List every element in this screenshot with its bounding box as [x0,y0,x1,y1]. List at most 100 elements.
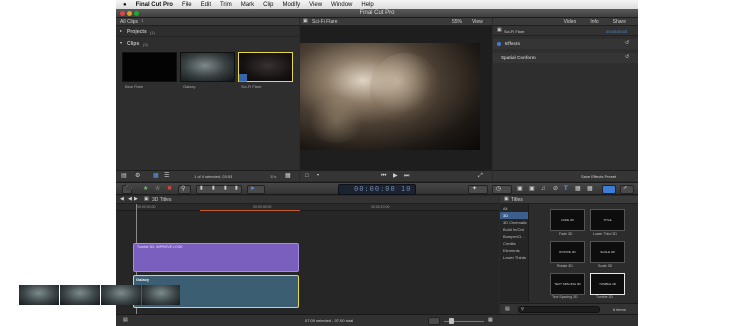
menu-window[interactable]: Window [331,2,352,8]
back-icon[interactable]: ◀ [128,197,132,202]
title-tile-lower-third-3d[interactable]: TITLE [590,209,625,231]
camera-icon[interactable]: ▣ [529,186,535,192]
reject-icon[interactable]: ✖ [167,186,172,192]
category-3d[interactable]: 3D [503,213,508,218]
play-icon[interactable]: ▶ [393,173,398,179]
tab-video[interactable]: Video [564,19,577,25]
clip-thumbnail-blue-flare[interactable] [122,52,177,82]
category-3d-cinematic[interactable]: 3D Cinematic [503,220,527,225]
clip-thumbnail-sci-fi-flare[interactable] [238,52,293,82]
timeline-ruler[interactable]: 00:00:00:00 00:00:05:00 00:00:10:00 [116,204,499,211]
pointer-tool-icon[interactable]: ➤ [250,186,255,192]
title-tile-scale-3d[interactable]: SCALE 3D [590,241,625,263]
toggle-sidebar-icon[interactable]: ▤ [505,307,510,312]
clip-appearance-icon[interactable]: ▦ [488,318,493,323]
gear-icon[interactable]: ⚙ [135,173,140,179]
library-icon[interactable]: ▤ [121,173,127,179]
projects-row[interactable]: ▸ Projects (1) [116,27,299,37]
themes-icon[interactable]: ▦ [587,186,593,192]
title-tile-fade-3d[interactable]: FADE 3D [550,209,585,231]
spatial-conform-section[interactable]: Spatial Conform ↺ [493,53,638,63]
appearance-icon[interactable]: ▦ [285,173,291,179]
skimmer-handle[interactable] [239,74,247,82]
enhancements-button[interactable] [468,185,488,194]
category-build-in-out[interactable]: Build In/Out [503,227,524,232]
titles-icon[interactable]: T [564,186,568,192]
transform-icon[interactable]: □ [305,173,309,179]
projects-label: Projects [127,29,147,35]
background-tasks-button[interactable] [602,185,616,194]
inspector-clip-name: Sci-Fi Flare [504,29,525,34]
clip-thumbnail-galaxy[interactable] [180,52,235,82]
chevron-down-icon[interactable]: ▾ [317,173,319,177]
timeline-index-icon[interactable]: ◀ [120,197,124,202]
timeline-header: ◀ ◀ ▶ ▣ 3D Titles [116,196,499,204]
clip-filter-select[interactable]: All Clips [120,19,138,25]
overwrite-clip-icon[interactable]: ▮ [235,186,238,191]
disclosure-arrow-down-icon[interactable]: ▾ [120,41,122,45]
timeline-index-icon[interactable]: ▤ [123,318,128,323]
apple-icon[interactable]: ● [123,2,127,8]
unrate-icon[interactable]: ☆ [155,186,160,192]
titles-browser: ▣ Titles All 3D 3D Cinematic Build In/Ou… [500,196,638,314]
transitions-icon[interactable]: ⊘ [553,186,558,192]
reset-icon[interactable]: ↺ [625,41,629,46]
menu-help[interactable]: Help [361,2,373,8]
title-clip[interactable]: Tumble 3D: IMPROVE LOOK [133,243,299,272]
reset-icon[interactable]: ↺ [625,55,629,60]
connect-clip-icon[interactable]: ▮ [200,186,203,191]
retime-button[interactable] [492,185,512,194]
favorite-icon[interactable]: ★ [143,186,148,192]
zoom-slider-thumb[interactable] [449,318,454,324]
speedometer-icon: ◷ [496,186,502,192]
tab-info[interactable]: Info [590,19,598,25]
title-tile-tumble-3d[interactable]: TUMBLE 3D [590,273,625,295]
list-view-icon[interactable]: ☰ [164,173,169,179]
category-credits[interactable]: Credits [503,241,516,246]
title-tile-rotate-3d[interactable]: ROTATE 3D [550,241,585,263]
insert-clip-icon[interactable]: ▮ [212,186,215,191]
audio-skimming-button[interactable] [428,317,440,325]
title-tile-text-spacing-3d[interactable]: TEXT SPACING 3D [550,273,585,295]
zoom-select[interactable]: 55% [452,19,462,25]
menu-edit[interactable]: Edit [201,2,211,8]
music-icon[interactable]: ♫ [541,186,546,192]
effects-section[interactable]: Effects ↺ [493,39,638,49]
clip-icon: ▣ [497,27,502,33]
disclosure-arrow-icon[interactable]: ▸ [120,29,122,33]
previous-frame-icon[interactable]: ⏮ [381,173,386,179]
menu-view[interactable]: View [309,2,322,8]
titles-browser-title: Titles [511,197,523,203]
title-name: Fade 3D [559,232,573,236]
clips-row[interactable]: ▾ Clips (3) [116,39,299,49]
title-clip-label: Tumble 3D: IMPROVE LOOK [137,245,183,249]
fullscreen-icon[interactable]: ⤢ [478,173,483,179]
clip-duration-select[interactable]: 30s [270,174,276,179]
chevron-down-icon[interactable]: ↕ [141,18,144,24]
key-icon: ⚲ [181,186,186,192]
menu-modify[interactable]: Modify [282,2,300,8]
category-lower-thirds[interactable]: Lower Thirds [503,255,526,260]
title-name: Tumble 3D [596,295,613,299]
ruler-tick-label: 00:00:05:00 [253,205,272,209]
category-all[interactable]: All [503,206,507,211]
menu-file[interactable]: File [182,2,192,8]
tab-share[interactable]: Share [613,19,626,25]
menu-clip[interactable]: Clip [263,2,273,8]
forward-icon[interactable]: ▶ [134,197,138,202]
view-select[interactable]: View [472,19,483,25]
titles-search-input[interactable] [518,306,600,313]
next-frame-icon[interactable]: ⏭ [404,173,409,179]
generators-icon[interactable]: ▦ [575,186,581,192]
append-clip-icon[interactable]: ▮ [224,186,227,191]
ruler-tick-label: 00:00:10:00 [371,205,390,209]
menu-app-name[interactable]: Final Cut Pro [136,2,173,8]
photos-browser-icon[interactable]: ▣ [517,186,523,192]
effects-enable-toggle[interactable] [497,42,501,46]
category-elements[interactable]: Elements [503,248,520,253]
save-effects-preset-button[interactable]: Save Effects Preset [581,174,616,179]
filmstrip-view-icon[interactable]: ▦ [153,173,159,179]
menu-trim[interactable]: Trim [220,2,232,8]
menu-mark[interactable]: Mark [241,2,254,8]
category-bumper-opener[interactable]: Bumper/O... [503,234,525,239]
